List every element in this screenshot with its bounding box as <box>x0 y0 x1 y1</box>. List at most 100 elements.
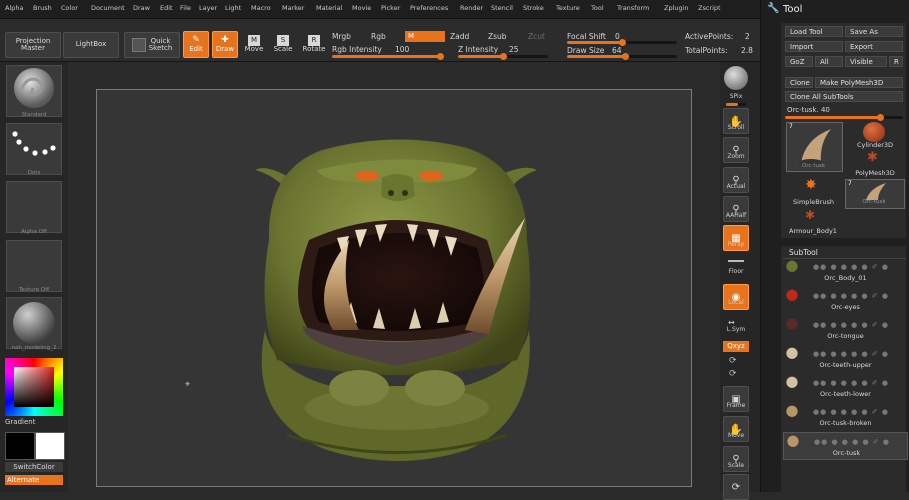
document-canvas[interactable]: ⌖ <box>96 89 692 487</box>
menu-color[interactable]: Color <box>61 4 78 12</box>
material-thumbnail[interactable] <box>6 297 62 349</box>
edit-button[interactable]: ✎ Edit <box>183 31 209 58</box>
zsub-button[interactable]: Zsub <box>488 32 507 41</box>
scale-button[interactable]: S Scale <box>271 31 295 58</box>
texture-thumbnail[interactable] <box>6 240 62 292</box>
subtool-visibility-controls[interactable]: ●● ● ● ● ● ✐ ● <box>813 350 889 358</box>
export-button[interactable]: Export <box>845 41 903 52</box>
subtool-row[interactable]: ●● ● ● ● ● ✐ ● Orc-tusk <box>783 432 908 460</box>
menu-stroke[interactable]: Stroke <box>523 4 544 12</box>
zcut-button[interactable]: Zcut <box>528 32 545 41</box>
color-picker[interactable] <box>5 358 63 416</box>
rgb-intensity-slider[interactable] <box>332 53 444 60</box>
draw-size-slider[interactable] <box>567 53 677 60</box>
subtool-row[interactable]: ●● ● ● ● ● ✐ ● Orc-tusk-broken <box>783 403 908 431</box>
menu-tool[interactable]: Tool <box>591 4 604 12</box>
clone-button[interactable]: Clone <box>785 77 813 88</box>
secondary-color-swatch[interactable] <box>35 432 65 460</box>
menu-brush[interactable]: Brush <box>33 4 52 12</box>
rotate-button[interactable]: R Rotate <box>301 31 327 58</box>
menu-texture[interactable]: Texture <box>556 4 580 12</box>
menu-macro[interactable]: Macro <box>251 4 271 12</box>
subtool-header[interactable]: SubTool <box>789 248 818 257</box>
rotate-z-icon[interactable]: ⟳ <box>729 369 737 379</box>
subtool-row[interactable]: ●● ● ● ● ● ✐ ● Orc_Body_01 <box>783 258 908 286</box>
z-intensity-slider[interactable] <box>458 53 548 60</box>
menu-preferences[interactable]: Preferences <box>410 4 448 12</box>
subtool-visibility-controls[interactable]: ●● ● ● ● ● ✐ ● <box>814 438 890 446</box>
zadd-button[interactable]: Zadd <box>450 32 469 41</box>
rotate-view-button[interactable]: ⟳ <box>723 474 749 500</box>
subtool-row[interactable]: ●● ● ● ● ● ✐ ● Orc-tongue <box>783 316 908 344</box>
tool-thumb-orc-tusk[interactable]: 7 Orc-tusk <box>786 122 843 172</box>
current-tool-slider-label: Orc-tusk. 40 <box>787 106 830 114</box>
stroke-thumbnail[interactable] <box>6 123 62 175</box>
gradient-label[interactable]: Gradient <box>5 418 35 426</box>
lightbox-button[interactable]: LightBox <box>63 32 119 58</box>
color-picker-square[interactable] <box>14 367 54 407</box>
subtool-visibility-controls[interactable]: ●● ● ● ● ● ✐ ● <box>813 408 889 416</box>
move-button[interactable]: M Move <box>242 31 266 58</box>
spix-label[interactable]: SPix <box>720 93 752 100</box>
menu-movie[interactable]: Movie <box>352 4 371 12</box>
subtool-row[interactable]: ●● ● ● ● ● ✐ ● Orc-teeth-lower <box>783 374 908 402</box>
lsym-label[interactable]: L.Sym <box>720 326 752 333</box>
brush-thumbnail[interactable] <box>6 65 62 117</box>
cursor-crosshair-icon: ⌖ <box>185 380 191 390</box>
menu-stencil[interactable]: Stencil <box>491 4 513 12</box>
move-label: Move <box>244 45 264 54</box>
goz-button[interactable]: GoZ <box>785 56 813 67</box>
menu-draw[interactable]: Draw <box>133 4 150 12</box>
projection-master-button[interactable]: Projection Master <box>5 32 61 58</box>
subtool-visibility-controls[interactable]: ●● ● ● ● ● ✐ ● <box>813 263 889 271</box>
alpha-thumbnail[interactable] <box>6 181 62 233</box>
alternate-button[interactable]: Alternate <box>5 475 63 485</box>
mrgb-button[interactable]: Mrgb <box>332 32 351 41</box>
polymesh3d-icon[interactable]: ✱ <box>867 151 878 164</box>
menu-file[interactable]: File <box>180 4 191 12</box>
xyz-button[interactable]: Qxyz <box>723 341 749 352</box>
clone-all-subtools-button[interactable]: Clone All SubTools <box>785 91 903 102</box>
menu-zplugin[interactable]: Zplugin <box>664 4 689 12</box>
import-button[interactable]: Import <box>785 41 843 52</box>
subtool-visibility-controls[interactable]: ●● ● ● ● ● ✐ ● <box>813 321 889 329</box>
m-button[interactable]: M <box>405 31 445 42</box>
focal-shift-slider[interactable] <box>567 39 677 46</box>
subtool-row[interactable]: ●● ● ● ● ● ✐ ● Orc-eyes <box>783 287 908 315</box>
current-tool-slider[interactable] <box>785 114 903 121</box>
menu-edit[interactable]: Edit <box>160 4 173 12</box>
menu-layer[interactable]: Layer <box>199 4 217 12</box>
cylinder3d-icon[interactable] <box>863 122 885 142</box>
switch-color-button[interactable]: SwitchColor <box>5 462 63 472</box>
rgb-button[interactable]: Rgb <box>371 32 386 41</box>
floor-label[interactable]: Floor <box>720 268 752 275</box>
subtool-row[interactable]: ●● ● ● ● ● ✐ ● Orc-teeth-upper <box>783 345 908 373</box>
menu-render[interactable]: Render <box>460 4 483 12</box>
menu-material[interactable]: Material <box>316 4 342 12</box>
quick-sketch-button[interactable]: Quick Sketch <box>124 32 180 58</box>
local-button[interactable]: ◉ <box>723 284 749 310</box>
tool-thumb-orc-tusk-small[interactable]: 7 Orc-tusk <box>845 179 905 209</box>
all-button[interactable]: All <box>815 56 843 67</box>
menu-alpha[interactable]: Alpha <box>5 4 23 12</box>
visible-button[interactable]: Visible <box>845 56 887 67</box>
make-polymesh-button[interactable]: Make PolyMesh3D <box>815 77 903 88</box>
save-as-button[interactable]: Save As <box>845 26 903 37</box>
menu-document[interactable]: Document <box>91 4 125 12</box>
load-tool-button[interactable]: Load Tool <box>785 26 843 37</box>
menu-picker[interactable]: Picker <box>381 4 400 12</box>
subtool-visibility-controls[interactable]: ●● ● ● ● ● ✐ ● <box>813 379 889 387</box>
draw-button[interactable]: ✚ Draw <box>212 31 238 58</box>
r-button[interactable]: R <box>889 56 903 67</box>
subtool-visibility-controls[interactable]: ●● ● ● ● ● ✐ ● <box>813 292 889 300</box>
rotate-y-icon[interactable]: ⟳ <box>729 356 737 366</box>
primary-color-swatch[interactable] <box>5 432 35 460</box>
menu-zscript[interactable]: Zscript <box>698 4 721 12</box>
armour-body-icon[interactable]: ✱ <box>805 209 815 221</box>
menu-marker[interactable]: Marker <box>282 4 304 12</box>
orc-head-model[interactable] <box>97 90 691 486</box>
menu-transform[interactable]: Transform <box>617 4 649 12</box>
total-points-label: TotalPoints: <box>685 46 728 55</box>
menu-light[interactable]: Light <box>225 4 241 12</box>
simplebrush-icon[interactable]: ✸ <box>805 178 817 192</box>
